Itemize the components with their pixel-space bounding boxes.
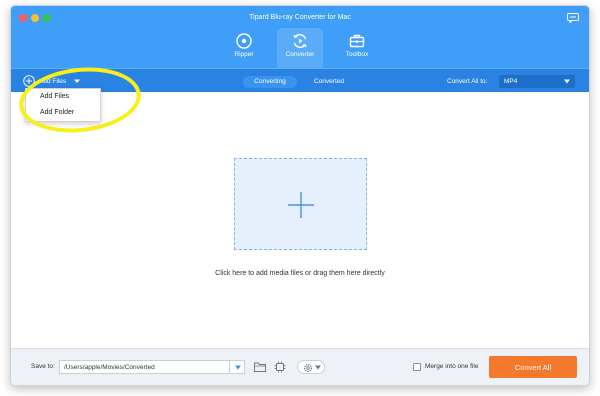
merge-checkbox[interactable] — [413, 363, 421, 371]
hardware-acceleration-icon[interactable] — [273, 360, 287, 374]
disc-icon — [236, 33, 252, 49]
gear-icon — [303, 363, 313, 373]
add-files-label: Add Files — [39, 77, 67, 85]
menu-item-add-folder[interactable]: Add Folder — [26, 105, 100, 121]
merge-label: Merge into one file — [425, 363, 479, 370]
footer-bar: Save to: Merge into one file Conve — [11, 348, 589, 385]
drop-hint-text: Click here to add media files or drag th… — [215, 270, 385, 277]
save-to-label: Save to: — [31, 363, 55, 370]
app-window: Tipard Blu-ray Converter for Mac Ripper … — [10, 5, 590, 386]
output-format-value: MP4 — [504, 78, 518, 85]
caret-down-icon — [564, 79, 570, 84]
toolbox-icon — [349, 34, 365, 48]
open-folder-icon[interactable] — [253, 360, 267, 374]
menu-item-add-files[interactable]: Add Files — [26, 89, 100, 105]
convert-all-button[interactable]: Convert All — [489, 356, 577, 378]
app-title: Tipard Blu-ray Converter for Mac — [249, 14, 351, 21]
tab-ripper[interactable]: Ripper — [221, 28, 267, 68]
caret-down-icon — [315, 365, 321, 370]
add-files-button[interactable]: Add Files — [23, 74, 81, 88]
tab-converted[interactable]: Converted — [305, 76, 353, 88]
plus-icon — [288, 192, 314, 218]
main-content: Click here to add media files or drag th… — [11, 92, 589, 348]
tab-converter[interactable]: Converter — [277, 28, 323, 68]
tab-converting[interactable]: Converting — [243, 76, 297, 88]
caret-down-icon — [235, 365, 241, 370]
output-format-select[interactable]: MP4 — [499, 75, 575, 88]
feedback-icon[interactable] — [567, 13, 579, 23]
settings-dropdown-button[interactable] — [297, 360, 325, 374]
add-circle-icon — [23, 75, 35, 87]
add-files-dropdown-menu: Add Files Add Folder — [25, 88, 101, 122]
save-path-dropdown[interactable] — [229, 360, 245, 374]
add-media-drop-zone[interactable] — [234, 158, 367, 250]
converter-icon — [293, 33, 307, 49]
chevron-down-icon[interactable] — [74, 78, 81, 84]
tab-toolbox[interactable]: Toolbox — [334, 28, 380, 68]
save-path-input[interactable] — [59, 360, 245, 374]
tab-toolbox-label: Toolbox — [345, 51, 369, 58]
tab-converter-label: Converter — [285, 51, 315, 58]
title-bar: Tipard Blu-ray Converter for Mac Ripper … — [11, 6, 589, 68]
tab-ripper-label: Ripper — [234, 51, 254, 58]
convert-all-to-label: Convert All to: — [447, 78, 488, 85]
